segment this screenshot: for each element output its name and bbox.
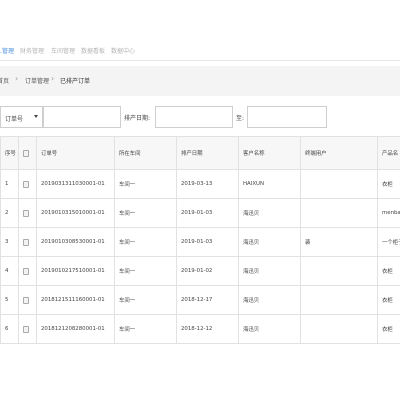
column-header-customer: 客户名称	[238, 136, 301, 170]
orders-table: 序号 订单号 所在车间 排产日期 客户名称 终端用户 产品名 1 2019031…	[0, 136, 400, 344]
row-product: 衣柜	[377, 285, 400, 315]
row-end-user	[300, 314, 378, 344]
table-row[interactable]: 1 2019031311030001-01 车间一 2019-03-13 HAI…	[0, 169, 400, 199]
schedule-date-label: 排产日期:	[124, 115, 151, 122]
row-customer: 海迅贝	[238, 256, 301, 286]
row-checkbox[interactable]	[23, 267, 29, 275]
row-workshop: 车间一	[114, 256, 177, 286]
column-header-workshop: 所在车间	[114, 136, 177, 170]
row-order-no: 2019010315010001-01	[36, 198, 115, 228]
row-end-user	[300, 285, 378, 315]
row-end-user	[300, 169, 378, 199]
row-order-no: 2019010308530001-01	[36, 227, 115, 257]
row-date: 2019-01-03	[176, 227, 239, 257]
row-end-user: 裴	[300, 227, 378, 257]
row-seq: 3	[0, 227, 19, 257]
row-date: 2019-01-03	[176, 198, 239, 228]
table-row[interactable]: 6 2018121208280001-01 车间一 2018-12-12 海迅贝…	[0, 314, 400, 344]
row-checkbox-cell	[18, 314, 37, 344]
row-checkbox-cell	[18, 227, 37, 257]
row-end-user	[300, 198, 378, 228]
row-product: 衣柜	[377, 256, 400, 286]
row-product: 一个柜子	[377, 227, 400, 257]
row-workshop: 车间一	[114, 169, 177, 199]
row-date: 2019-03-13	[176, 169, 239, 199]
row-customer: HAIXUN	[238, 169, 301, 199]
row-product: 衣柜	[377, 169, 400, 199]
row-seq: 6	[0, 314, 19, 344]
row-product: menban	[377, 198, 400, 228]
row-workshop: 车间一	[114, 314, 177, 344]
search-field-select-value: 订单号	[5, 116, 24, 123]
row-checkbox[interactable]	[23, 296, 29, 304]
table-row[interactable]: 5 2018121511160001-01 车间一 2018-12-17 海迅贝…	[0, 285, 400, 315]
row-date: 2018-12-17	[176, 285, 239, 315]
row-customer: 海迅贝	[238, 314, 301, 344]
select-all-checkbox[interactable]	[23, 149, 29, 157]
row-seq: 5	[0, 285, 19, 315]
row-order-no: 2018121208280001-01	[36, 314, 115, 344]
row-seq: 2	[0, 198, 19, 228]
column-header-product: 产品名	[377, 136, 400, 170]
row-seq: 4	[0, 256, 19, 286]
breadcrumb-separator-icon: ›	[51, 74, 55, 83]
row-customer: 海迅贝	[238, 285, 301, 315]
schedule-date-end-input[interactable]	[247, 106, 327, 128]
breadcrumb-current: 已排产订单	[60, 78, 91, 85]
date-to-label: 至:	[236, 115, 245, 122]
select-all-cell	[18, 136, 37, 170]
row-checkbox-cell	[18, 285, 37, 315]
nav-divider	[0, 60, 400, 61]
nav-item-orders[interactable]: …管理	[0, 46, 14, 55]
row-customer: 海迅贝	[238, 227, 301, 257]
table-row[interactable]: 4 2019010217510001-01 车间一 2019-01-02 海迅贝…	[0, 256, 400, 286]
row-checkbox-cell	[18, 169, 37, 199]
order-number-input[interactable]	[43, 106, 121, 128]
nav-item-finance[interactable]: 财务管理	[20, 46, 44, 55]
row-checkbox[interactable]	[23, 209, 29, 217]
table-row[interactable]: 2 2019010315010001-01 车间一 2019-01-03 海迅贝…	[0, 198, 400, 228]
breadcrumb-order-management[interactable]: 订单管理	[25, 76, 49, 85]
schedule-date-start-input[interactable]	[155, 106, 233, 128]
top-nav: …管理 财务管理 车间管理 数据看板 数据中心	[0, 0, 400, 61]
row-date: 2018-12-12	[176, 314, 239, 344]
column-header-order-no: 订单号	[36, 136, 115, 170]
row-checkbox[interactable]	[23, 180, 29, 188]
nav-item-workshop[interactable]: 车间管理	[51, 46, 75, 55]
row-customer: 海迅贝	[238, 198, 301, 228]
row-seq: 1	[0, 169, 19, 199]
row-date: 2019-01-02	[176, 256, 239, 286]
row-order-no: 2018121511160001-01	[36, 285, 115, 315]
search-field-select[interactable]: 订单号	[0, 106, 43, 128]
row-order-no: 2019031311030001-01	[36, 169, 115, 199]
breadcrumb-home[interactable]: 首页	[0, 76, 9, 85]
row-workshop: 车间一	[114, 198, 177, 228]
chevron-down-icon	[34, 115, 38, 118]
nav-item-data-center[interactable]: 数据中心	[111, 46, 135, 55]
row-checkbox-cell	[18, 256, 37, 286]
column-header-end-user: 终端用户	[300, 136, 378, 170]
row-checkbox[interactable]	[23, 325, 29, 333]
row-end-user	[300, 256, 378, 286]
column-header-seq: 序号	[0, 136, 19, 170]
table-header-row: 序号 订单号 所在车间 排产日期 客户名称 终端用户 产品名	[0, 136, 400, 170]
row-workshop: 车间一	[114, 227, 177, 257]
breadcrumb: 首页 › 订单管理 › 已排产订单	[0, 66, 400, 96]
table-row[interactable]: 3 2019010308530001-01 车间一 2019-01-03 海迅贝…	[0, 227, 400, 257]
row-product: 衣柜	[377, 314, 400, 344]
breadcrumb-separator-icon: ›	[15, 74, 19, 83]
row-checkbox[interactable]	[23, 238, 29, 246]
column-header-date: 排产日期	[176, 136, 239, 170]
row-workshop: 车间一	[114, 285, 177, 315]
row-checkbox-cell	[18, 198, 37, 228]
nav-item-dashboard[interactable]: 数据看板	[81, 46, 105, 55]
row-order-no: 2019010217510001-01	[36, 256, 115, 286]
